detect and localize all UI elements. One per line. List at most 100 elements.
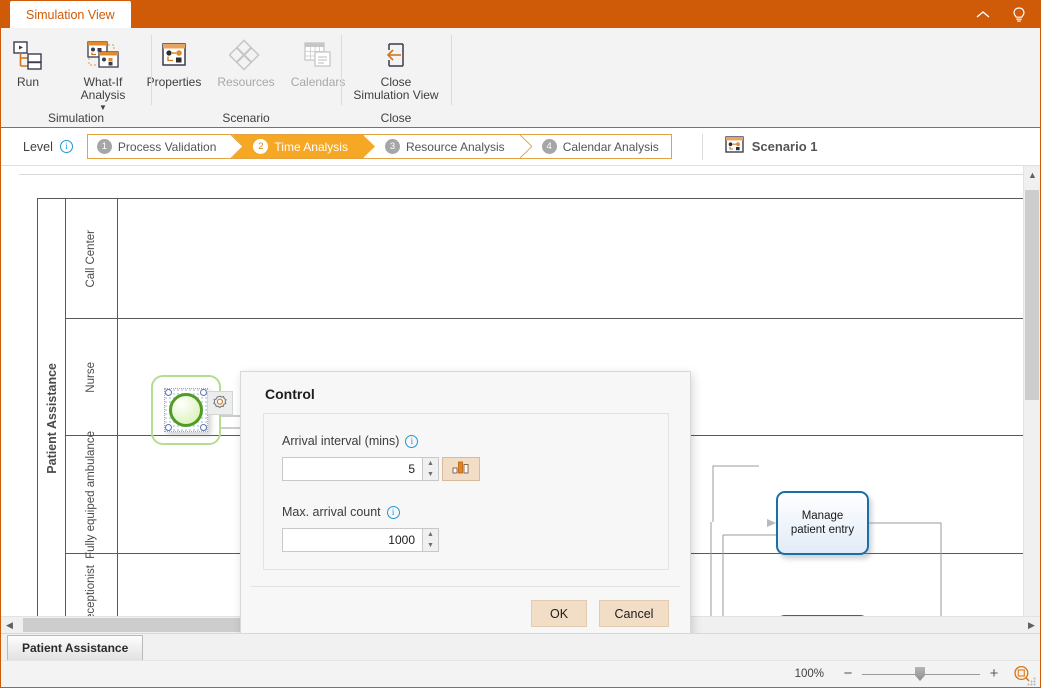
resize-grip-icon[interactable] xyxy=(1026,674,1037,686)
spin-up-icon[interactable]: ▲ xyxy=(423,458,438,469)
level-bar: Level i 1 Process Validation 2 Time Anal… xyxy=(1,128,1040,166)
spin-down-icon[interactable]: ▼ xyxy=(423,540,438,551)
info-icon[interactable]: i xyxy=(386,505,400,519)
properties-button[interactable]: Properties xyxy=(139,33,210,89)
start-event-circle[interactable] xyxy=(169,393,203,427)
arrival-interval-label: Arrival interval (mins) xyxy=(282,434,400,448)
bar-chart-icon xyxy=(450,459,472,480)
scroll-left-button[interactable]: ◀ xyxy=(1,617,18,633)
info-icon[interactable]: i xyxy=(59,140,73,153)
resources-icon xyxy=(229,37,263,73)
arrival-interval-spin-buttons[interactable]: ▲ ▼ xyxy=(422,457,439,481)
max-arrival-count-input[interactable] xyxy=(282,528,422,552)
task-manage-patient-entry[interactable]: Manage patient entry xyxy=(776,491,869,555)
ok-button[interactable]: OK xyxy=(531,600,587,627)
field-arrival-interval: Arrival interval (mins) i ▲ ▼ xyxy=(282,434,480,481)
distribution-button[interactable] xyxy=(442,457,480,481)
lane-header: Nurse xyxy=(66,319,118,435)
step-separator-icon xyxy=(519,135,532,158)
run-button[interactable]: Run xyxy=(1,33,55,89)
tab-label: Simulation View xyxy=(26,7,115,22)
max-arrival-count-spinner[interactable]: ▲ ▼ xyxy=(282,528,439,552)
scenario-label: Scenario 1 xyxy=(751,139,818,154)
dialog-buttons: OK Cancel xyxy=(531,600,669,627)
page-tab-patient-assistance[interactable]: Patient Assistance xyxy=(7,635,144,660)
work-area: Patient Assistance Call Center Nurse Ful… xyxy=(1,166,1040,633)
level-steps: 1 Process Validation 2 Time Analysis 3 R… xyxy=(86,134,672,159)
resize-handle-nw[interactable] xyxy=(165,389,172,396)
chevron-up-icon[interactable] xyxy=(972,4,994,26)
resources-button: Resources xyxy=(209,33,282,89)
lightbulb-icon[interactable] xyxy=(1008,4,1030,26)
info-icon[interactable]: i xyxy=(405,434,419,448)
task-label: Manage patient entry xyxy=(790,510,855,536)
step-label: Resource Analysis xyxy=(405,139,505,154)
vertical-scroll-thumb[interactable] xyxy=(1025,190,1039,400)
resize-handle-ne[interactable] xyxy=(200,389,207,396)
close-simulation-view-button[interactable]: Close Simulation View xyxy=(345,33,446,102)
vertical-scrollbar[interactable]: ▲ ▼ xyxy=(1023,166,1040,633)
scroll-right-button[interactable]: ▶ xyxy=(1023,617,1040,633)
max-arrival-count-label: Max. arrival count xyxy=(282,505,381,519)
ribbon-group-scenario: Properties Resources Calendars Scenario xyxy=(147,28,345,127)
resize-handle-se[interactable] xyxy=(200,424,207,431)
max-arrival-count-spin-buttons[interactable]: ▲ ▼ xyxy=(422,528,439,552)
calendars-icon xyxy=(301,37,335,73)
ribbon-group-simulation: Run What-If Analysis ▼ Simulation xyxy=(1,28,151,127)
step-label: Process Validation xyxy=(117,139,217,154)
zoom-slider[interactable] xyxy=(862,667,980,681)
cancel-button[interactable]: Cancel xyxy=(599,600,669,627)
dialog-separator xyxy=(251,586,680,587)
step-label: Time Analysis xyxy=(274,139,348,154)
spin-down-icon[interactable]: ▼ xyxy=(423,469,438,480)
title-bar: Simulation View xyxy=(1,1,1040,28)
lane-label: Nurse xyxy=(85,361,97,393)
zoom-out-button[interactable]: − xyxy=(840,666,856,681)
zoom-slider-knob[interactable] xyxy=(915,667,925,681)
what-if-analysis-button[interactable]: What-If Analysis ▼ xyxy=(55,33,151,112)
field-max-arrival-count: Max. arrival count i ▲ ▼ xyxy=(282,505,439,552)
level-label: Level xyxy=(23,139,53,154)
start-event[interactable] xyxy=(151,375,233,445)
max-arrival-count-label-row: Max. arrival count i xyxy=(282,505,439,519)
properties-label: Properties xyxy=(146,75,202,89)
scenario-indicator[interactable]: Scenario 1 xyxy=(725,135,818,158)
tab-simulation-view[interactable]: Simulation View xyxy=(10,1,131,28)
canvas-top-rule xyxy=(19,174,1023,175)
scroll-up-button[interactable]: ▲ xyxy=(1024,166,1040,183)
dialog-fields-panel: Arrival interval (mins) i ▲ ▼ xyxy=(263,413,669,570)
levelbar-divider xyxy=(701,133,703,160)
lane-header: Call Center xyxy=(66,199,118,318)
resources-label: Resources xyxy=(217,75,275,89)
step-separator-icon xyxy=(362,135,375,158)
zoom-in-button[interactable]: + xyxy=(986,666,1002,681)
page-tab-strip: Patient Assistance xyxy=(1,633,1040,660)
pool-label: Patient Assistance xyxy=(44,362,59,474)
resize-handle-sw[interactable] xyxy=(165,424,172,431)
dialog-title: Control xyxy=(265,386,315,402)
step-label: Calendar Analysis xyxy=(562,139,659,154)
what-if-analysis-icon xyxy=(84,37,122,73)
lane-label: Fully equiped ambulance xyxy=(85,430,97,559)
calendars-label: Calendars xyxy=(290,75,346,89)
step-resource-analysis[interactable]: 3 Resource Analysis xyxy=(375,135,532,158)
lane-call-center: Call Center xyxy=(66,199,1023,319)
run-label: Run xyxy=(16,75,39,89)
step-calendar-analysis[interactable]: 4 Calendar Analysis xyxy=(532,135,671,158)
simulation-view-window: Simulation View Run What-If Analysis ▼ S… xyxy=(0,0,1041,688)
step-process-validation[interactable]: 1 Process Validation xyxy=(87,135,244,158)
lane-header: Fully equiped ambulance xyxy=(66,431,118,558)
arrival-interval-spinner[interactable]: ▲ ▼ xyxy=(282,457,480,481)
window-controls xyxy=(972,1,1030,28)
spin-up-icon[interactable]: ▲ xyxy=(423,529,438,540)
arrival-interval-input[interactable] xyxy=(282,457,422,481)
step-time-analysis[interactable]: 2 Time Analysis xyxy=(232,135,375,158)
ribbon-empty-area xyxy=(451,28,1040,127)
step-number: 4 xyxy=(541,139,557,154)
ribbon-group-title-simulation: Simulation xyxy=(47,111,105,125)
ribbon-group-close: Close Simulation View Close xyxy=(341,28,451,127)
page-tab-label: Patient Assistance xyxy=(22,641,129,655)
status-bar: 100% − + xyxy=(1,660,1040,687)
arrival-interval-label-row: Arrival interval (mins) i xyxy=(282,434,480,448)
gear-icon[interactable] xyxy=(207,391,233,415)
